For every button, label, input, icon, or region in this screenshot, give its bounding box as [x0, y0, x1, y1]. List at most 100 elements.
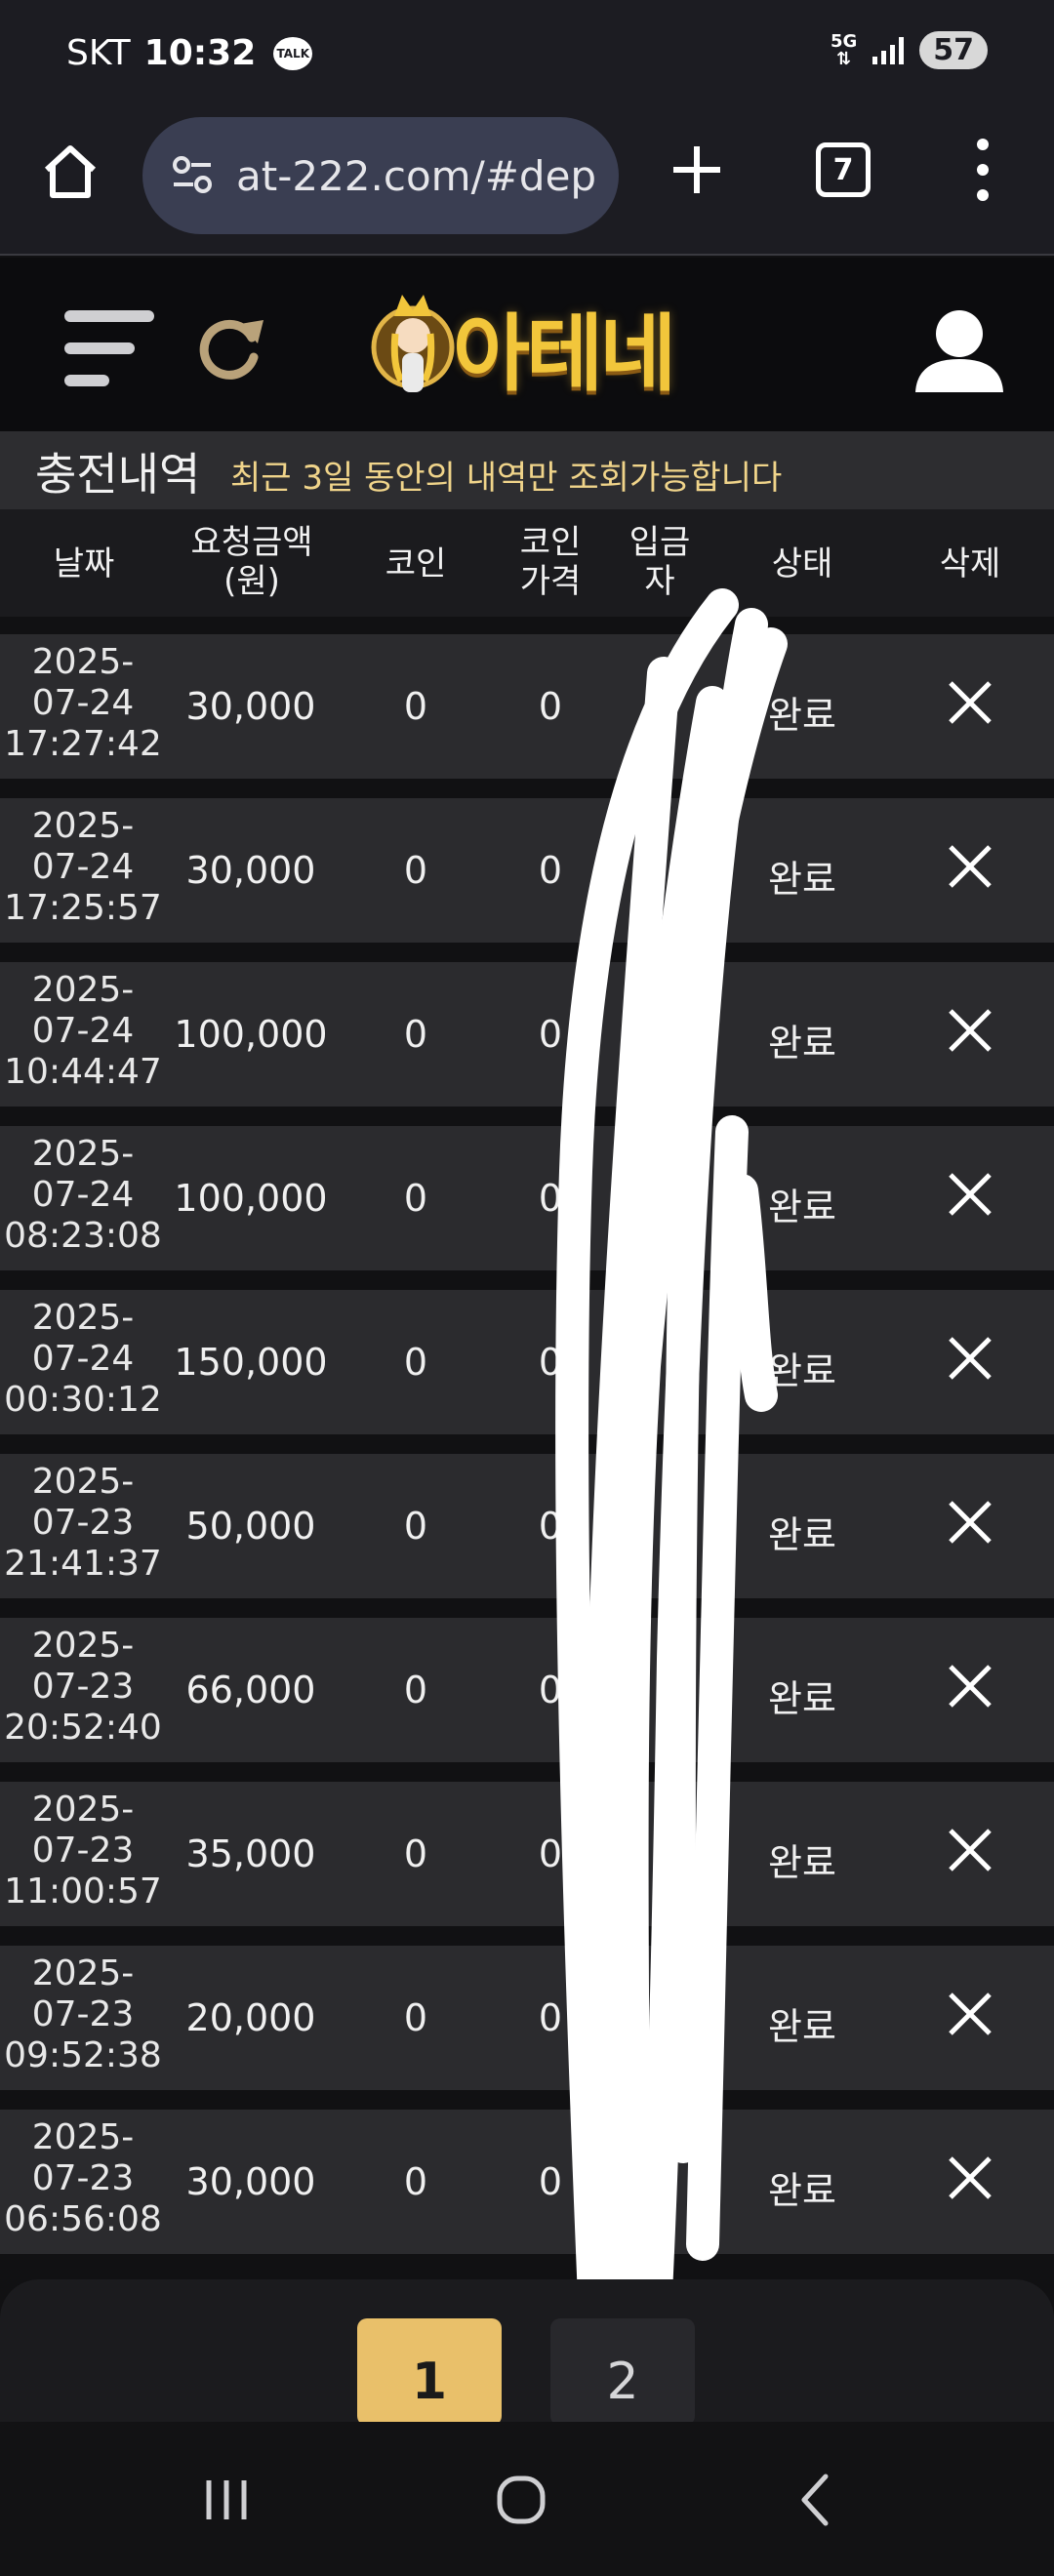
row-date-part: 2025- [31, 642, 135, 682]
row-coin-price: 0 [538, 685, 563, 728]
row-amount: 66,000 [185, 1669, 316, 1711]
android-navigation-bar [0, 2422, 1054, 2576]
row-coin: 0 [403, 1505, 428, 1548]
delete-row-icon[interactable] [943, 2151, 997, 2205]
recent-apps-icon[interactable] [195, 2469, 258, 2531]
row-date-part: 08:23:08 [4, 1216, 162, 1256]
row-date-part: 06:56:08 [4, 2199, 162, 2239]
logo-text: 아테네 [453, 304, 676, 403]
row-coin: 0 [403, 1013, 428, 1056]
row-date: 2025- 07-24 10:44:47 [0, 970, 166, 1093]
refresh-icon[interactable] [191, 310, 267, 386]
row-coin: 0 [403, 685, 428, 728]
site-logo[interactable]: 아테네 [369, 277, 676, 414]
row-coin-price: 0 [538, 2160, 563, 2203]
table-row: 2025- 07-23 20:52:40 66,000 0 0 완료 [0, 1618, 1054, 1762]
athena-emblem-icon [371, 295, 455, 392]
row-coin: 0 [403, 1341, 428, 1384]
row-date-part: 07-24 [31, 1011, 135, 1051]
row-status: 완료 [768, 1186, 836, 1228]
table-row: 2025- 07-23 21:41:37 50,000 0 0 완료 [0, 1454, 1054, 1598]
row-date: 2025- 07-23 21:41:37 [0, 1462, 166, 1585]
row-date-part: 2025- [31, 1134, 135, 1174]
row-depositor: 0 [647, 685, 672, 728]
page-button-1[interactable]: 1 [357, 2318, 502, 2426]
row-date-part: 07-24 [31, 683, 135, 723]
back-nav-icon[interactable] [787, 2469, 849, 2531]
row-status: 완료 [768, 1841, 836, 1884]
row-date-part: 2025- [31, 970, 135, 1010]
row-amount: 20,000 [185, 1996, 316, 2039]
delete-row-icon[interactable] [943, 1331, 997, 1386]
url-text[interactable]: at-222.com/#dep [236, 152, 596, 200]
row-date: 2025- 07-23 11:00:57 [0, 1790, 166, 1912]
row-coin: 0 [403, 1177, 428, 1220]
user-profile-icon[interactable] [913, 304, 1005, 396]
delete-row-icon[interactable] [943, 1823, 997, 1877]
row-date-part: 10:44:47 [4, 1052, 162, 1092]
header-coin-price: 코인 가격 [519, 523, 582, 601]
delete-row-icon[interactable] [943, 675, 997, 730]
row-coin: 0 [403, 1832, 428, 1875]
delete-row-icon[interactable] [943, 1495, 997, 1550]
row-date-part: 21:41:37 [4, 1544, 162, 1584]
header-date: 날짜 [53, 544, 115, 584]
row-date-part: 07-23 [31, 1667, 135, 1707]
row-date-part: 11:00:57 [4, 1872, 162, 1912]
header-status: 상태 [771, 544, 833, 584]
row-date: 2025- 07-24 17:27:42 [0, 642, 166, 765]
table-row: 2025- 07-24 17:27:42 30,000 0 0 0 완료 [0, 634, 1054, 779]
delete-row-icon[interactable] [943, 1167, 997, 1222]
table-row: 2025- 07-23 09:52:38 20,000 0 0 완료 [0, 1946, 1054, 2090]
row-date-part: 07-23 [31, 1994, 135, 2034]
row-date: 2025- 07-23 09:52:38 [0, 1953, 166, 2076]
page-title: 충전내역 [35, 448, 201, 501]
status-right: 5G ⇅ 57 [831, 31, 988, 69]
row-coin: 0 [403, 1996, 428, 2039]
header-depositor: 입금 자 [628, 523, 691, 601]
row-date-part: 2025- [31, 2117, 135, 2157]
home-icon[interactable] [39, 141, 101, 203]
row-date: 2025- 07-24 17:25:57 [0, 806, 166, 929]
row-amount: 150,000 [174, 1341, 328, 1384]
row-coin-price: 0 [538, 1341, 563, 1384]
page-button-2[interactable]: 2 [550, 2318, 695, 2426]
network-5g-icon: 5G ⇅ [830, 30, 858, 69]
row-coin: 0 [403, 1669, 428, 1711]
row-date-part: 07-23 [31, 1831, 135, 1871]
delete-row-icon[interactable] [943, 1659, 997, 1713]
row-coin-price: 0 [538, 1996, 563, 2039]
row-depositor: 0 [647, 1177, 672, 1220]
table-row: 2025- 07-24 10:44:47 100,000 0 0 완료 [0, 962, 1054, 1107]
site-settings-icon[interactable] [170, 153, 215, 198]
home-nav-icon[interactable] [490, 2469, 552, 2531]
status-left: SKT 10:32 TALK [66, 33, 313, 73]
row-date-part: 07-24 [31, 1175, 135, 1215]
row-date-part: 09:52:38 [4, 2035, 162, 2075]
carrier-label: SKT [66, 33, 131, 73]
row-coin-price: 0 [538, 1177, 563, 1220]
site-header: 아테네 [0, 258, 1054, 431]
tab-switcher-button[interactable]: 7 [816, 142, 871, 197]
row-date: 2025- 07-23 20:52:40 [0, 1626, 166, 1749]
new-tab-icon[interactable] [669, 142, 724, 197]
row-amount: 100,000 [174, 1177, 328, 1220]
row-coin: 0 [403, 2160, 428, 2203]
header-coin: 코인 [385, 544, 447, 584]
row-amount: 35,000 [185, 1832, 316, 1875]
row-date-part: 2025- [31, 1790, 135, 1830]
row-date-part: 2025- [31, 1953, 135, 1993]
header-amount: 요청금액 (원) [190, 523, 313, 601]
delete-row-icon[interactable] [943, 1987, 997, 2041]
delete-row-icon[interactable] [943, 839, 997, 894]
table-row: 2025- 07-24 00:30:12 150,000 0 0 완료 [0, 1290, 1054, 1434]
delete-row-icon[interactable] [943, 1003, 997, 1058]
more-options-icon[interactable] [968, 139, 997, 201]
row-date-part: 2025- [31, 1462, 135, 1502]
row-status: 완료 [768, 1513, 836, 1556]
row-amount: 100,000 [174, 1013, 328, 1056]
table-header: 날짜 요청금액 (원) 코인 코인 가격 입금 자 상태 삭제 [0, 509, 1054, 617]
table-row: 2025- 07-23 11:00:57 35,000 0 0 완료 [0, 1782, 1054, 1926]
address-bar[interactable]: at-222.com/#dep [142, 117, 619, 234]
hamburger-menu-icon[interactable] [64, 310, 154, 386]
